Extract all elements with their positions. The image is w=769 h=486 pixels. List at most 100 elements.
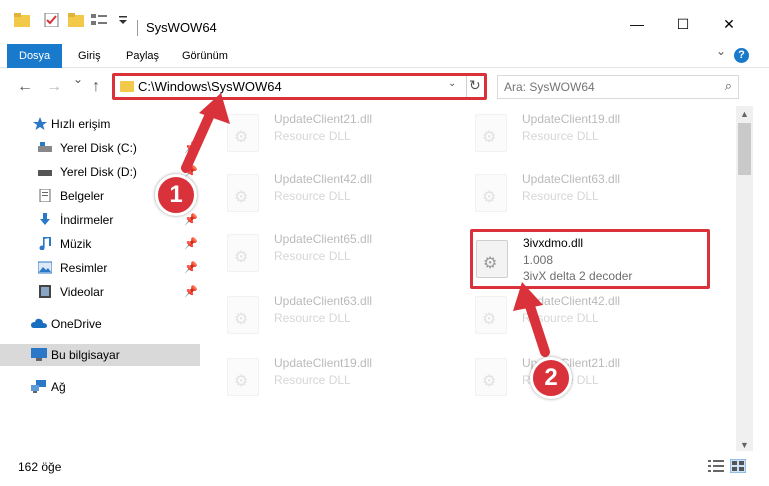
- file-item[interactable]: ⚙ UpdateClient19.dll Resource DLL: [224, 352, 464, 404]
- file-item[interactable]: ⚙ UpdateClient65.dll Resource DLL: [224, 228, 464, 280]
- details-view-icon[interactable]: [708, 459, 724, 473]
- window-title: SysWOW64: [146, 20, 217, 35]
- gear-icon: ⚙: [482, 311, 497, 328]
- sidebar-item-label: Belgeler: [60, 189, 105, 203]
- search-icon[interactable]: ⌕: [725, 78, 732, 94]
- scroll-up-icon[interactable]: ▲: [740, 109, 749, 119]
- toolbar-dropdown-icon[interactable]: [118, 13, 128, 27]
- tab-share[interactable]: Paylaş: [114, 44, 171, 68]
- back-icon[interactable]: ←: [17, 78, 33, 96]
- dll-file-icon: ⚙: [227, 234, 259, 272]
- scroll-down-icon[interactable]: ▼: [740, 440, 749, 450]
- search-input[interactable]: [504, 79, 714, 95]
- pin-icon[interactable]: 📌: [184, 237, 198, 250]
- file-description: Resource DLL: [522, 129, 599, 143]
- file-item[interactable]: ⚙ UpdateClient21.dll Resource DLL: [224, 108, 464, 160]
- folder-icon: [120, 81, 134, 92]
- sidebar-item-videos[interactable]: Videolar 📌: [0, 281, 200, 303]
- step-1-badge: 1: [155, 174, 197, 216]
- gear-icon: ⚙: [234, 129, 249, 146]
- dll-file-icon: ⚙: [227, 296, 259, 334]
- up-icon[interactable]: ↑: [92, 78, 100, 96]
- file-name: UpdateClient19.dll: [522, 112, 621, 126]
- gear-icon: ⚙: [483, 255, 498, 272]
- file-name: UpdateClient42.dll: [274, 172, 373, 186]
- dll-file-icon: ⚙: [227, 174, 259, 212]
- file-description: Resource DLL: [274, 373, 351, 387]
- tiles-view-icon[interactable]: [730, 459, 746, 473]
- file-item[interactable]: ⚙ UpdateClient21.dll Resource DLL: [472, 352, 712, 404]
- file-name: UpdateClient21.dll: [274, 112, 373, 126]
- address-divider: [466, 76, 467, 97]
- sidebar-item-label: Müzik: [60, 237, 92, 251]
- pin-icon[interactable]: 📌: [184, 285, 198, 298]
- sidebar-item-pictures[interactable]: Resimler 📌: [0, 257, 200, 279]
- dll-file-icon: ⚙: [475, 174, 507, 212]
- drive-icon: [38, 142, 52, 152]
- music-icon: [39, 237, 51, 250]
- scroll-thumb[interactable]: [738, 123, 751, 175]
- tab-view[interactable]: Görünüm: [170, 44, 240, 68]
- file-name: UpdateClient63.dll: [274, 294, 373, 308]
- file-name: UpdateClient63.dll: [522, 172, 621, 186]
- customize-toolbar-icon[interactable]: [91, 13, 107, 27]
- refresh-icon[interactable]: ↻: [469, 77, 481, 94]
- tab-file[interactable]: Dosya: [7, 44, 63, 68]
- file-item[interactable]: ⚙ UpdateClient42.dll Resource DLL: [224, 168, 464, 220]
- gear-icon: ⚙: [234, 249, 249, 266]
- sidebar-item-label: Resimler: [60, 261, 108, 275]
- gear-icon: ⚙: [234, 311, 249, 328]
- file-item-highlighted[interactable]: ⚙ 3ivxdmo.dll 1.008 3ivX delta 2 decoder: [470, 229, 710, 289]
- pin-icon[interactable]: 📌: [184, 213, 198, 226]
- sidebar-item-local-disk-c[interactable]: Yerel Disk (C:) 📌: [0, 137, 200, 159]
- sidebar-item-label: OneDrive: [51, 317, 102, 331]
- file-item[interactable]: ⚙ UpdateClient19.dll Resource DLL: [472, 108, 712, 160]
- chevron-down-icon[interactable]: ⌄: [448, 78, 456, 89]
- file-description: Resource DLL: [274, 249, 351, 263]
- gear-icon: ⚙: [234, 189, 249, 206]
- file-version: 1.008: [523, 253, 554, 267]
- dll-file-icon: ⚙: [227, 114, 259, 152]
- address-path[interactable]: C:\Windows\SysWOW64: [138, 79, 282, 94]
- file-item[interactable]: ⚙ UpdateClient63.dll Resource DLL: [224, 290, 464, 342]
- sidebar-item-network[interactable]: Ağ: [0, 376, 200, 398]
- network-icon: [31, 380, 46, 393]
- search-box[interactable]: ⌕: [497, 75, 739, 99]
- file-list: ⚙ UpdateClient21.dll Resource DLL ⚙ Upda…: [200, 106, 735, 451]
- sidebar-item-label: Yerel Disk (D:): [60, 165, 137, 179]
- sidebar-item-label: Yerel Disk (C:): [60, 141, 137, 155]
- tab-home[interactable]: Giriş: [66, 44, 113, 68]
- forward-icon[interactable]: →: [46, 78, 62, 96]
- sidebar-item-quick-access[interactable]: Hızlı erişim: [0, 113, 200, 135]
- sidebar-item-label: Videolar: [60, 285, 104, 299]
- dll-file-icon: ⚙: [475, 358, 507, 396]
- title-separator: [137, 20, 138, 36]
- status-bar: 162 öğe: [0, 452, 769, 486]
- sidebar-item-label: Ağ: [51, 380, 66, 394]
- help-icon[interactable]: ?: [734, 48, 749, 63]
- folder-icon[interactable]: [14, 13, 30, 27]
- cloud-icon: [31, 318, 47, 328]
- vertical-scrollbar[interactable]: ▲ ▼: [736, 106, 753, 451]
- maximize-button[interactable]: ☐: [660, 12, 706, 36]
- file-description: Resource DLL: [274, 129, 351, 143]
- file-name: UpdateClient65.dll: [274, 232, 373, 246]
- recent-locations-icon[interactable]: ⌄: [73, 72, 83, 86]
- new-folder-icon[interactable]: [68, 13, 84, 27]
- sidebar-item-music[interactable]: Müzik 📌: [0, 233, 200, 255]
- dll-file-icon: ⚙: [227, 358, 259, 396]
- expand-ribbon-icon[interactable]: ⌄: [716, 44, 726, 58]
- pin-icon[interactable]: 📌: [184, 141, 198, 154]
- minimize-button[interactable]: —: [614, 12, 660, 36]
- file-item[interactable]: ⚙ UpdateClient63.dll Resource DLL: [472, 168, 712, 220]
- pin-icon[interactable]: 📌: [184, 261, 198, 274]
- properties-icon[interactable]: [44, 13, 60, 27]
- close-button[interactable]: ✕: [706, 12, 752, 36]
- gear-icon: ⚙: [482, 129, 497, 146]
- sidebar-item-this-pc[interactable]: Bu bilgisayar: [0, 344, 200, 366]
- address-bar[interactable]: C:\Windows\SysWOW64 ⌄ ↻: [112, 73, 487, 100]
- file-item[interactable]: ⚙ UpdateClient42.dll Resource DLL: [472, 290, 712, 342]
- file-description: Resource DLL: [522, 189, 599, 203]
- dll-file-icon: ⚙: [475, 114, 507, 152]
- sidebar-item-onedrive[interactable]: OneDrive: [0, 313, 200, 335]
